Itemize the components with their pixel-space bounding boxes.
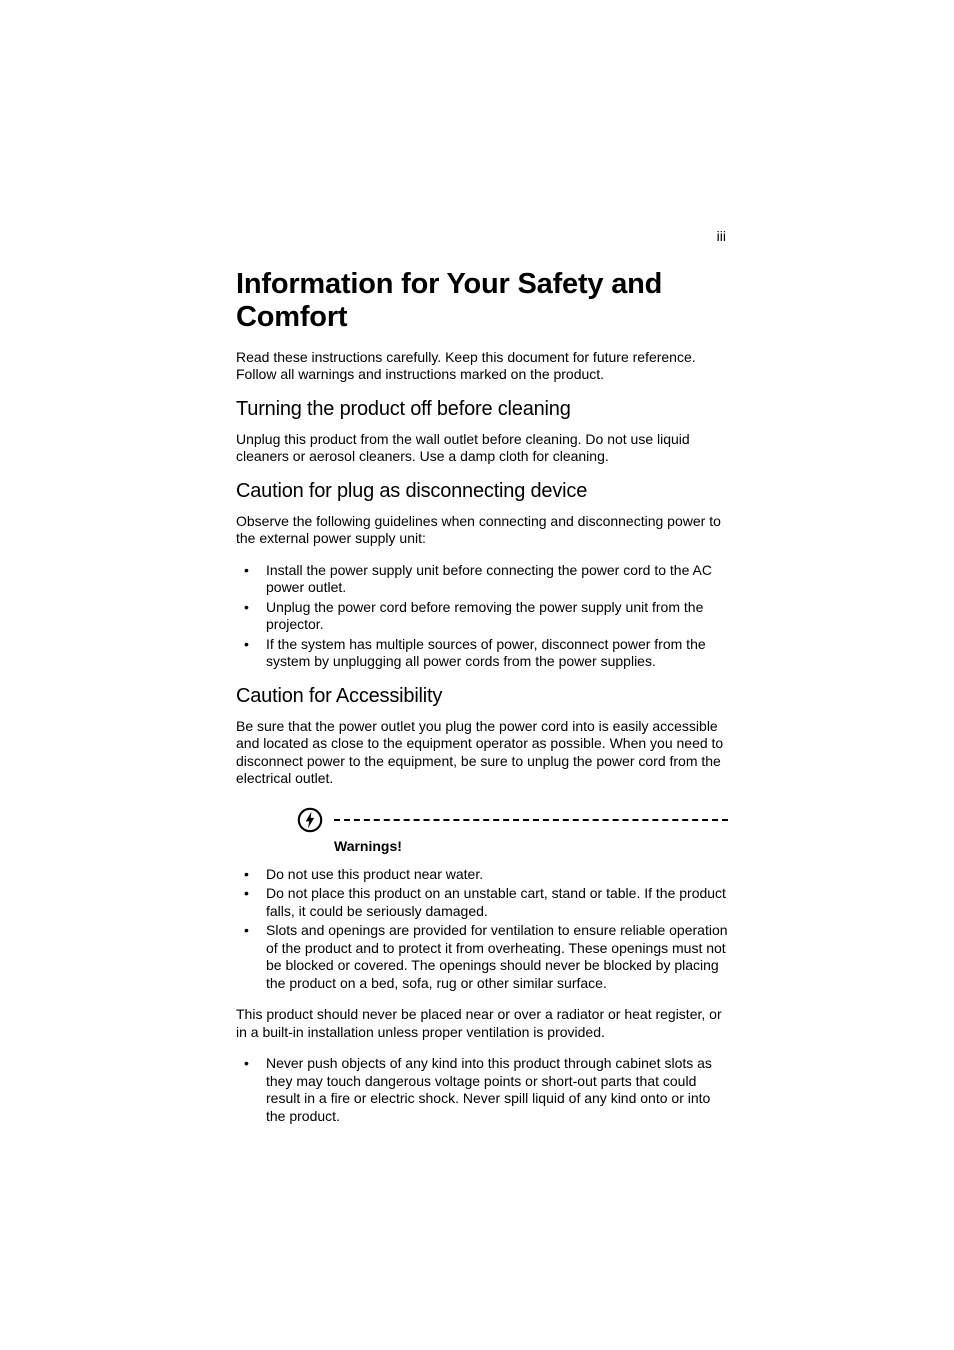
warnings-mid-paragraph: This product should never be placed near… [236, 1006, 728, 1041]
warning-block: Warnings! [236, 806, 728, 854]
list-item: Slots and openings are provided for vent… [236, 922, 728, 992]
section-heading-cleaning: Turning the product off before cleaning [236, 398, 728, 421]
section-para-plug: Observe the following guidelines when co… [236, 513, 728, 548]
page-content: Information for Your Safety and Comfort … [236, 228, 728, 1139]
list-item: Unplug the power cord before removing th… [236, 599, 728, 634]
section-para-accessibility: Be sure that the power outlet you plug t… [236, 718, 728, 788]
list-item: Do not use this product near water. [236, 866, 728, 884]
list-item: Install the power supply unit before con… [236, 562, 728, 597]
list-item: If the system has multiple sources of po… [236, 636, 728, 671]
dashed-divider [334, 819, 728, 821]
bullet-list-plug: Install the power supply unit before con… [236, 562, 728, 671]
warnings-label: Warnings! [334, 838, 728, 854]
section-heading-accessibility: Caution for Accessibility [236, 685, 728, 708]
section-heading-plug: Caution for plug as disconnecting device [236, 480, 728, 503]
list-item: Never push objects of any kind into this… [236, 1055, 728, 1125]
bullet-list-warnings-1: Do not use this product near water. Do n… [236, 866, 728, 993]
lightning-warning-icon [296, 806, 324, 834]
bullet-list-warnings-2: Never push objects of any kind into this… [236, 1055, 728, 1125]
document-title: Information for Your Safety and Comfort [236, 268, 728, 335]
list-item: Do not place this product on an unstable… [236, 885, 728, 920]
intro-paragraph: Read these instructions carefully. Keep … [236, 349, 728, 384]
section-para-cleaning: Unplug this product from the wall outlet… [236, 431, 728, 466]
